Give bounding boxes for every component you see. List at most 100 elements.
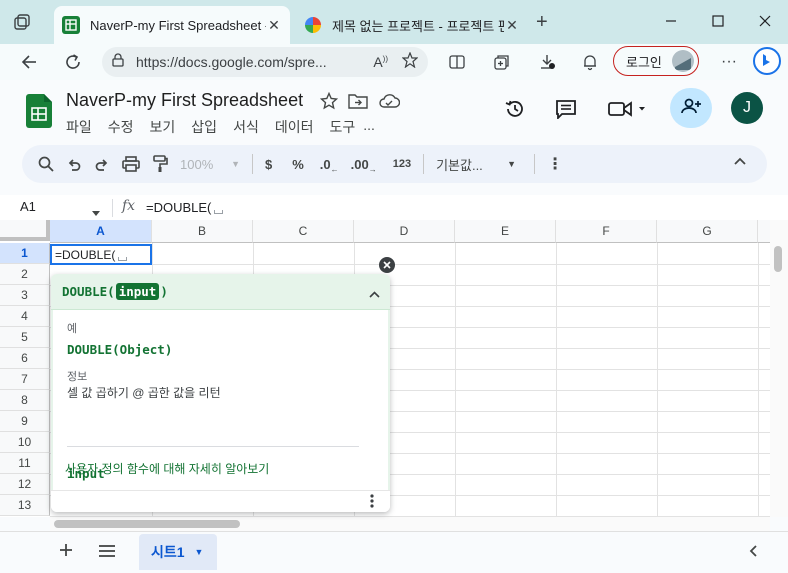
row-header-10[interactable]: 10 bbox=[0, 432, 50, 453]
column-header-g[interactable]: G bbox=[657, 220, 758, 243]
sheets-logo-icon[interactable] bbox=[26, 94, 52, 128]
column-header-d[interactable]: D bbox=[354, 220, 455, 243]
percent-format-button[interactable]: % bbox=[292, 152, 304, 176]
menu-file[interactable]: 파일 bbox=[66, 117, 92, 137]
row-header-4[interactable]: 4 bbox=[0, 306, 50, 327]
collapse-side-panel-icon[interactable] bbox=[748, 544, 758, 563]
function-signature[interactable]: DOUBLE(input) bbox=[51, 274, 390, 310]
bing-copilot-icon[interactable] bbox=[752, 46, 782, 76]
share-button[interactable] bbox=[670, 88, 712, 128]
more-vertical-icon[interactable]: ⋮ bbox=[547, 152, 563, 176]
row-header-1[interactable]: 1 bbox=[0, 243, 50, 264]
url-field[interactable]: https://docs.google.com/spre... A)) bbox=[102, 47, 428, 77]
redo-icon[interactable] bbox=[94, 152, 110, 176]
undo-icon[interactable] bbox=[66, 152, 82, 176]
downloads-icon[interactable] bbox=[535, 50, 559, 74]
row-header-6[interactable]: 6 bbox=[0, 348, 50, 369]
menu-more[interactable]: ... bbox=[363, 117, 375, 137]
menu-tools[interactable]: 도구 bbox=[329, 117, 355, 137]
menu-data[interactable]: 데이터 bbox=[275, 117, 314, 137]
help-footer bbox=[51, 490, 390, 512]
row-header-3[interactable]: 3 bbox=[0, 285, 50, 306]
formula-input[interactable]: =DOUBLE( bbox=[146, 200, 224, 215]
horizontal-scroll-thumb[interactable] bbox=[54, 520, 240, 528]
row-header-13[interactable]: 13 bbox=[0, 495, 50, 516]
example-code: DOUBLE(Object) bbox=[67, 342, 173, 357]
more-vertical-icon[interactable] bbox=[370, 494, 374, 512]
row-header-11[interactable]: 11 bbox=[0, 453, 50, 474]
column-header-a[interactable]: A bbox=[50, 220, 152, 243]
menu-edit[interactable]: 수정 bbox=[108, 117, 134, 137]
minimize-icon[interactable] bbox=[662, 12, 680, 30]
browser-tab-inactive[interactable]: 제목 없는 프로젝트 - 프로젝트 편 ✕ bbox=[296, 6, 528, 44]
lock-icon[interactable] bbox=[112, 52, 124, 72]
all-sheets-menu-icon[interactable] bbox=[98, 544, 116, 563]
paint-format-icon[interactable] bbox=[152, 152, 168, 176]
row-header-8[interactable]: 8 bbox=[0, 390, 50, 411]
close-tab-icon[interactable]: ✕ bbox=[504, 17, 520, 34]
zoom-select[interactable]: 100% ▼ bbox=[180, 152, 240, 176]
about-label: 정보 bbox=[67, 371, 88, 383]
close-tab-icon[interactable]: ✕ bbox=[266, 17, 282, 34]
increase-decimal-button[interactable]: .00 → bbox=[351, 152, 377, 176]
vertical-scroll-thumb[interactable] bbox=[774, 246, 782, 272]
comments-icon[interactable] bbox=[555, 99, 577, 124]
cloud-saved-icon[interactable] bbox=[378, 92, 401, 115]
row-header-7[interactable]: 7 bbox=[0, 369, 50, 390]
name-box[interactable]: A1 bbox=[20, 199, 36, 214]
column-header-h[interactable] bbox=[758, 220, 770, 243]
currency-format-button[interactable]: $ bbox=[265, 152, 272, 176]
sheet-tab-dropdown-icon[interactable]: ▼ bbox=[195, 547, 204, 557]
decrease-decimal-button[interactable]: .0 ← bbox=[320, 152, 339, 176]
vertical-scrollbar[interactable] bbox=[770, 220, 788, 517]
maximize-icon[interactable] bbox=[709, 12, 727, 30]
close-window-icon[interactable] bbox=[756, 12, 774, 30]
workspaces-icon[interactable] bbox=[12, 12, 32, 32]
menu-view[interactable]: 보기 bbox=[150, 117, 176, 137]
column-header-e[interactable]: E bbox=[455, 220, 556, 243]
font-select[interactable]: 기본값... ▼ bbox=[436, 152, 516, 176]
refresh-icon[interactable] bbox=[61, 50, 85, 74]
row-header-2[interactable]: 2 bbox=[0, 264, 50, 285]
active-cell-a1[interactable]: =DOUBLE( bbox=[50, 244, 152, 265]
new-tab-icon[interactable]: + bbox=[536, 12, 548, 32]
collections-icon[interactable] bbox=[490, 50, 514, 74]
number-format-button[interactable]: 123 bbox=[393, 152, 411, 176]
function-argument-highlight: input bbox=[115, 283, 160, 300]
column-header-f[interactable]: F bbox=[556, 220, 657, 243]
split-screen-icon[interactable] bbox=[445, 50, 469, 74]
favorite-star-icon[interactable] bbox=[401, 50, 419, 73]
select-all-corner[interactable] bbox=[0, 220, 50, 241]
cell-editor-text: =DOUBLE( bbox=[55, 248, 116, 262]
login-button[interactable]: 로그인 bbox=[613, 46, 699, 76]
meet-video-icon[interactable] bbox=[608, 100, 650, 123]
search-icon[interactable] bbox=[38, 152, 54, 176]
sheet-tab-active[interactable]: 시트1 ▼ bbox=[139, 534, 217, 570]
row-header-12[interactable]: 12 bbox=[0, 474, 50, 495]
back-arrow-icon[interactable] bbox=[17, 50, 41, 74]
print-icon[interactable] bbox=[122, 152, 140, 176]
browser-tab-active[interactable]: NaverP-my First Spreadsheet - G ✕ bbox=[54, 6, 290, 44]
read-aloud-icon[interactable]: A)) bbox=[373, 54, 388, 70]
move-to-folder-icon[interactable] bbox=[348, 92, 368, 115]
collapse-toolbar-icon[interactable] bbox=[733, 153, 747, 171]
column-header-c[interactable]: C bbox=[253, 220, 354, 243]
name-box-dropdown-icon[interactable] bbox=[92, 203, 100, 221]
close-help-icon[interactable] bbox=[379, 257, 395, 273]
star-icon[interactable] bbox=[319, 91, 339, 115]
account-avatar[interactable]: J bbox=[731, 92, 763, 124]
document-title[interactable]: NaverP-my First Spreadsheet bbox=[66, 90, 303, 111]
column-header-b[interactable]: B bbox=[152, 220, 253, 243]
learn-more-link[interactable]: 사용자 정의 함수에 대해 자세히 알아보기 bbox=[65, 460, 269, 477]
address-bar-row: https://docs.google.com/spre... A)) 로그인 … bbox=[0, 44, 788, 80]
row-header-5[interactable]: 5 bbox=[0, 327, 50, 348]
more-options-icon[interactable]: ··· bbox=[717, 50, 741, 74]
add-sheet-icon[interactable] bbox=[58, 542, 74, 563]
collapse-help-icon[interactable] bbox=[369, 286, 380, 301]
menu-format[interactable]: 서식 bbox=[233, 117, 259, 137]
menu-insert[interactable]: 삽입 bbox=[191, 117, 217, 137]
notifications-bell-icon[interactable] bbox=[578, 50, 602, 74]
horizontal-scrollbar[interactable] bbox=[50, 517, 770, 531]
version-history-icon[interactable] bbox=[504, 98, 526, 125]
row-header-9[interactable]: 9 bbox=[0, 411, 50, 432]
